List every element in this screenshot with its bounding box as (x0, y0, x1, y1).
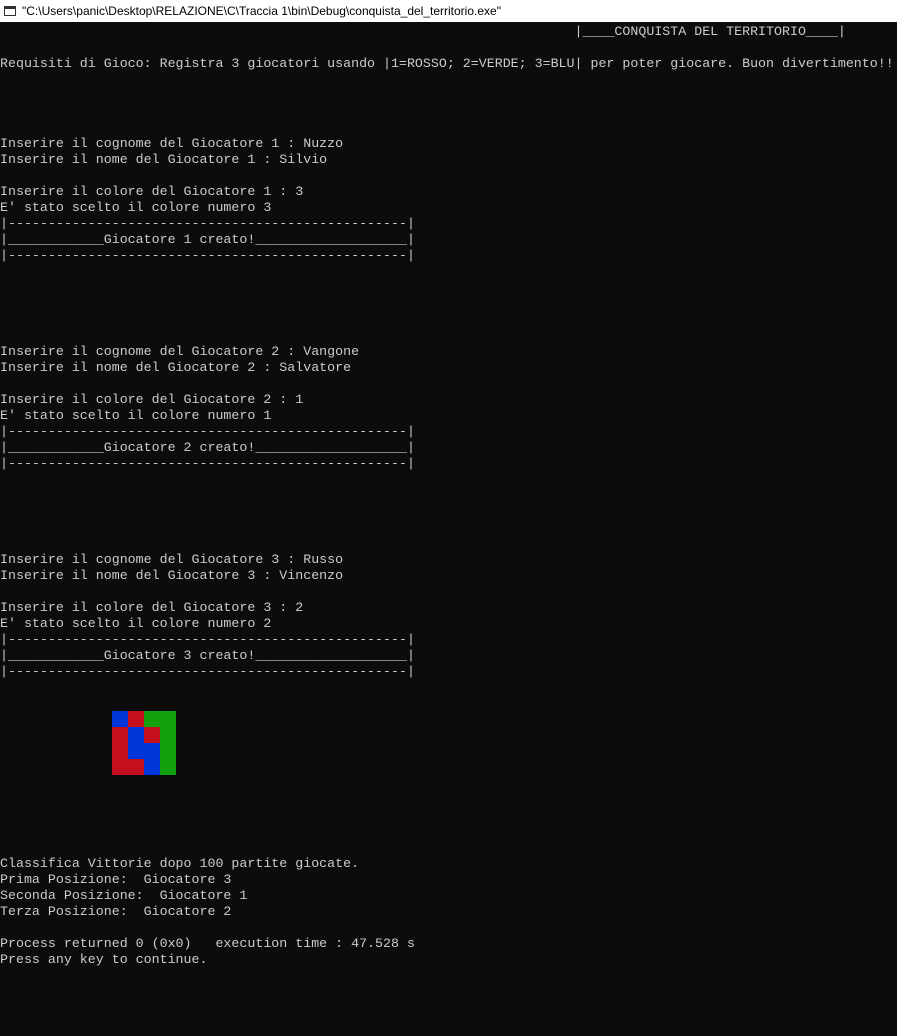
console-line: Inserire il cognome del Giocatore 3 : Ru… (0, 552, 344, 567)
territory-cell (144, 743, 160, 759)
territory-cell (112, 743, 128, 759)
console-line: |____CONQUISTA DEL TERRITORIO____| (0, 24, 846, 39)
console-line: Seconda Posizione: Giocatore 1 (0, 888, 248, 903)
territory-cell (160, 727, 176, 743)
console-line: Inserire il nome del Giocatore 3 : Vince… (0, 568, 344, 583)
console-line: |---------------------------------------… (0, 456, 415, 471)
territory-cell (112, 727, 128, 743)
territory-cell (160, 743, 176, 759)
territory-cell (112, 711, 128, 727)
console-output[interactable]: |____CONQUISTA DEL TERRITORIO____| Requis… (0, 24, 897, 968)
title-bar[interactable]: "C:\Users\panic\Desktop\RELAZIONE\C\Trac… (0, 0, 897, 22)
territory-cell (160, 711, 176, 727)
console-line: |---------------------------------------… (0, 424, 415, 439)
console-line: |---------------------------------------… (0, 216, 415, 231)
territory-cell (112, 759, 128, 775)
console-line: |____________Giocatore 1 creato!________… (0, 232, 415, 247)
territory-cell (144, 759, 160, 775)
territory-cell (144, 727, 160, 743)
window-title: "C:\Users\panic\Desktop\RELAZIONE\C\Trac… (22, 4, 501, 18)
console-line: Classifica Vittorie dopo 100 partite gio… (0, 856, 360, 871)
territory-cell (144, 711, 160, 727)
territory-cell (128, 759, 144, 775)
territory-cell (128, 743, 144, 759)
console-line: |---------------------------------------… (0, 248, 415, 263)
console-line: Inserire il colore del Giocatore 1 : 3 (0, 184, 304, 199)
console-line: Requisiti di Gioco: Registra 3 giocatori… (0, 56, 894, 71)
console-line: Inserire il colore del Giocatore 3 : 2 (0, 600, 304, 615)
console-line: |---------------------------------------… (0, 664, 415, 679)
console-line: Inserire il cognome del Giocatore 1 : Nu… (0, 136, 344, 151)
console-line: Press any key to continue. (0, 952, 208, 967)
console-line: E' stato scelto il colore numero 1 (0, 408, 272, 423)
console-window: "C:\Users\panic\Desktop\RELAZIONE\C\Trac… (0, 0, 897, 1036)
console-line: E' stato scelto il colore numero 2 (0, 616, 272, 631)
territory-cell (160, 759, 176, 775)
console-line: Inserire il cognome del Giocatore 2 : Va… (0, 344, 360, 359)
console-line: Process returned 0 (0x0) execution time … (0, 936, 415, 951)
console-line: Prima Posizione: Giocatore 3 (0, 872, 232, 887)
territory-cell (128, 711, 144, 727)
console-line: |____________Giocatore 2 creato!________… (0, 440, 415, 455)
territory-grid (112, 711, 176, 775)
console-line: Inserire il colore del Giocatore 2 : 1 (0, 392, 304, 407)
console-line: |____________Giocatore 3 creato!________… (0, 648, 415, 663)
console-line: E' stato scelto il colore numero 3 (0, 200, 272, 215)
console-line: |---------------------------------------… (0, 632, 415, 647)
console-line: Inserire il nome del Giocatore 1 : Silvi… (0, 152, 328, 167)
console-app-icon (4, 6, 16, 16)
territory-cell (128, 727, 144, 743)
console-line: Inserire il nome del Giocatore 2 : Salva… (0, 360, 352, 375)
console-line: Terza Posizione: Giocatore 2 (0, 904, 232, 919)
